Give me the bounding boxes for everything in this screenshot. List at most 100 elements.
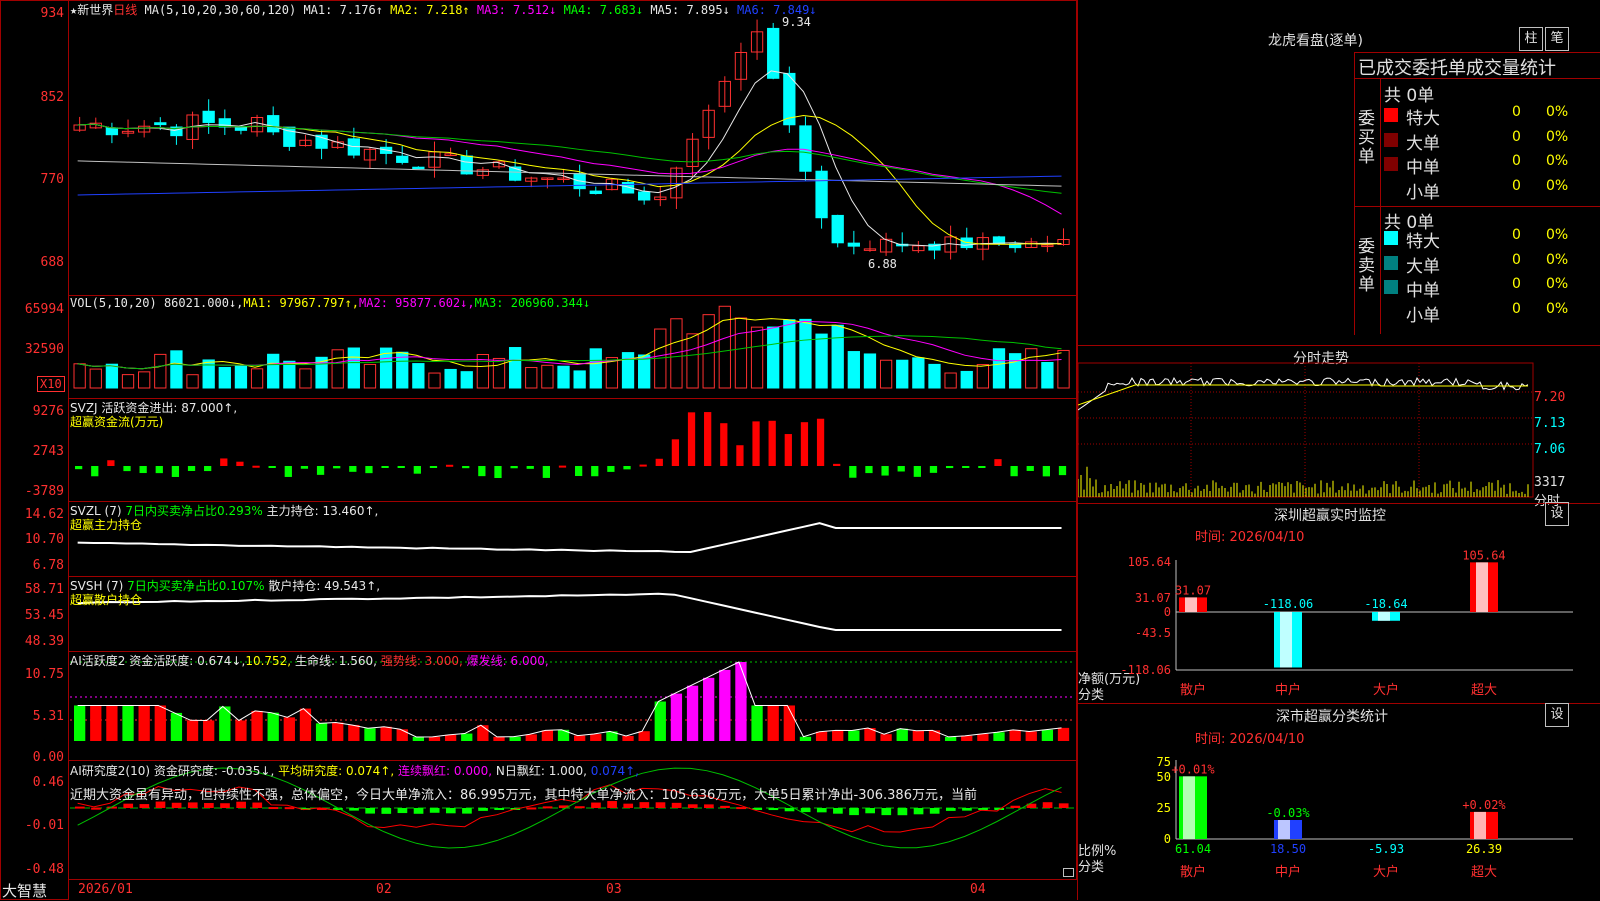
research-bar	[220, 803, 230, 808]
volume-bar	[89, 368, 102, 389]
fund-flow-bar	[687, 412, 696, 466]
research-bar	[445, 808, 456, 814]
activity-bar	[525, 734, 537, 741]
svzl-ytick-1: 14.62	[24, 507, 64, 522]
candle-body	[105, 127, 119, 136]
vol-ytick-2: 32590	[24, 342, 64, 357]
activity-bar	[1057, 727, 1070, 741]
fund-flow-bar	[494, 466, 502, 478]
class-ytick: 50	[1157, 770, 1171, 784]
ai1-v2: 10.752,	[245, 654, 292, 668]
activity-bar	[267, 712, 279, 741]
research-bar	[849, 808, 859, 816]
fund-flow-bar	[510, 466, 518, 469]
fund-flow-bar	[623, 466, 631, 470]
activity-bar	[928, 730, 941, 741]
research-bar	[252, 802, 263, 808]
research-bar	[526, 807, 537, 810]
activity-bar	[444, 734, 457, 741]
research-bar	[1058, 803, 1069, 808]
activity-bar	[815, 731, 828, 741]
volume-bar	[412, 363, 425, 389]
date-tick-1: 2026/01	[78, 882, 133, 897]
monitor-bar-highlight	[1378, 612, 1390, 621]
svzl-sub: 超赢主力持仓	[70, 518, 143, 532]
research-bar	[623, 803, 634, 808]
volume-bar	[250, 368, 264, 389]
research-bar	[897, 808, 908, 816]
ai2-header: AI研究度2(10) 资金研究度: -0.035↓, 平均研究度: 0.074↑…	[70, 762, 639, 779]
volume-bar	[831, 324, 844, 389]
volume-bar	[992, 348, 1006, 389]
fund-flow-bar	[639, 464, 647, 467]
activity-bar	[961, 735, 973, 741]
activity-bar	[993, 732, 1005, 741]
ai1-label: AI活跃度2	[70, 654, 126, 668]
class-change-label: -0.03%	[1266, 806, 1310, 820]
fund-flow-bar	[591, 466, 599, 477]
fund-flow-bar	[123, 466, 131, 472]
class-change-label: +0.01%	[1171, 762, 1215, 776]
fund-flow-bar	[284, 466, 292, 477]
research-bar	[478, 808, 488, 811]
research-bar	[687, 804, 698, 808]
fund-flow-bar	[139, 466, 147, 474]
ai1-ytick-1: 10.75	[24, 667, 64, 682]
volume-bar	[1041, 361, 1054, 389]
research-bar	[462, 808, 472, 814]
research-bar	[704, 804, 714, 808]
class-category-label: 散户	[1180, 864, 1206, 880]
research-bar	[962, 808, 972, 811]
activity-bar	[138, 705, 150, 741]
fund-flow-bar	[542, 466, 550, 478]
fund-flow-bar	[429, 466, 438, 468]
monitor-bar-highlight	[1476, 562, 1488, 612]
svzl-hold: 主力持仓: 13.460↑,	[266, 504, 379, 518]
svsh-pct: 7日内买卖净占比0.107%	[127, 579, 265, 593]
fund-flow-bar	[1042, 466, 1050, 477]
brand-logo[interactable]: 大智慧	[2, 880, 47, 901]
monitor-ytick: -118.06	[1120, 663, 1171, 677]
research-bar	[865, 808, 875, 814]
volume-bar	[492, 357, 506, 389]
research-bar	[913, 808, 924, 815]
kline-chart-area[interactable]: ★新世界日线 MA(5,10,20,30,60,120) MA1: 7.176↑…	[0, 0, 1077, 900]
volume-bar	[912, 357, 925, 389]
volume-bar	[960, 370, 973, 389]
fund-flow-bar	[655, 458, 663, 466]
research-bar	[284, 807, 295, 810]
research-bar	[736, 807, 746, 810]
fund-flow-bar	[236, 461, 244, 466]
activity-bar	[428, 736, 441, 741]
class-value-label: 26.39	[1466, 842, 1502, 856]
activity-bar	[719, 669, 731, 741]
lock-icon[interactable]	[1063, 868, 1074, 877]
date-tick-3: 03	[606, 882, 622, 897]
vol-unit-badge[interactable]: X10	[37, 376, 65, 392]
class-value-label: 61.04	[1175, 842, 1211, 856]
activity-bar	[122, 705, 134, 741]
activity-bar	[1041, 729, 1054, 741]
research-bar	[381, 808, 392, 814]
ma-line-60	[77, 160, 1062, 187]
low-price-label: 6.88	[868, 257, 897, 271]
fund-flow-bar	[445, 464, 454, 467]
monitor-value-label: -118.06	[1263, 597, 1314, 611]
volume-bar	[589, 348, 602, 389]
monitor-category-label: 散户	[1180, 682, 1206, 698]
svzj-sub: 超赢资金流(万元)	[70, 415, 164, 429]
volume-bar	[815, 333, 828, 389]
fund-flow-bar	[204, 466, 212, 472]
fund-flow-bar	[768, 420, 776, 466]
ai2-res: 资金研究度: -0.035↓,	[153, 764, 275, 778]
period-label[interactable]: 日线	[113, 3, 137, 17]
monitor-ytick: -43.5	[1135, 626, 1171, 640]
fund-flow-bar	[978, 466, 986, 468]
fund-flow-bar	[268, 466, 276, 468]
volume-bar	[428, 372, 441, 389]
fund-flow-bar	[397, 466, 405, 468]
ma3-value: MA3: 7.512↓	[476, 3, 557, 17]
research-bar	[349, 808, 359, 811]
fund-flow-bar	[365, 466, 373, 474]
activity-bar	[186, 720, 199, 741]
